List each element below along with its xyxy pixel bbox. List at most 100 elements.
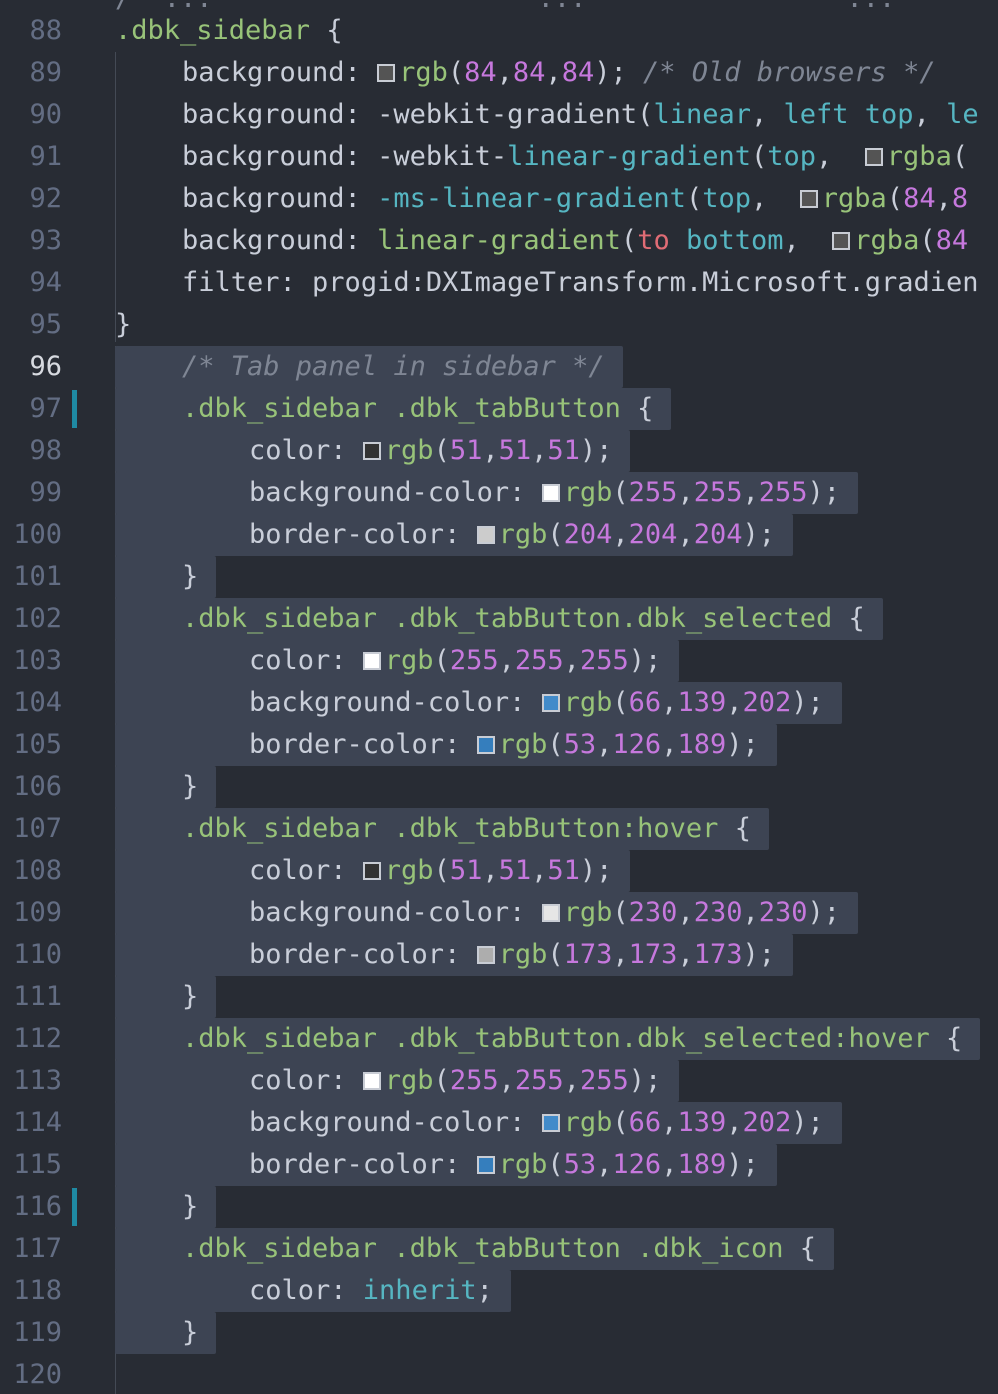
code-line[interactable]: 100 border-color: rgb(204,204,204); <box>0 514 998 556</box>
code-text[interactable]: filter: progid:DXImageTransform.Microsof… <box>182 262 997 304</box>
code-line[interactable]: 97 .dbk_sidebar .dbk_tabButton { <box>0 388 998 430</box>
color-swatch-icon[interactable] <box>541 904 560 922</box>
color-swatch-icon[interactable] <box>476 1156 495 1174</box>
code-line[interactable]: 103 color: rgb(255,255,255); <box>0 640 998 682</box>
code-line[interactable]: 90 background: -webkit-gradient(linear, l… <box>0 94 998 136</box>
selected-code-text[interactable]: .dbk_sidebar .dbk_tabButton { <box>115 388 672 430</box>
selected-code-text[interactable]: } <box>115 1312 217 1354</box>
selected-code-text[interactable]: } <box>115 1186 217 1228</box>
line-number[interactable]: 120 <box>0 1354 62 1394</box>
line-number[interactable]: 90 <box>0 94 62 136</box>
color-swatch-icon[interactable] <box>362 862 381 880</box>
selected-code-text[interactable]: .dbk_sidebar .dbk_tabButton.dbk_selected… <box>115 1018 981 1060</box>
code-text[interactable]: background: -webkit-gradient(linear, lef… <box>182 94 997 136</box>
code-line[interactable]: 108 color: rgb(51,51,51); <box>0 850 998 892</box>
code-text[interactable]: background: linear-gradient(to bottom, r… <box>182 220 986 262</box>
code-line[interactable]: 115 border-color: rgb(53,126,189); <box>0 1144 998 1186</box>
selected-code-text[interactable]: border-color: rgb(53,126,189); <box>115 724 777 766</box>
line-number[interactable]: 98 <box>0 430 62 472</box>
selected-code-text[interactable]: color: rgb(51,51,51); <box>115 850 631 892</box>
code-line[interactable]: 114 background-color: rgb(66,139,202); <box>0 1102 998 1144</box>
code-line[interactable]: 110 border-color: rgb(173,173,173); <box>0 934 998 976</box>
code-line[interactable]: 113 color: rgb(255,255,255); <box>0 1060 998 1102</box>
line-number[interactable]: 103 <box>0 640 62 682</box>
line-number[interactable]: 112 <box>0 1018 62 1060</box>
line-number[interactable]: 88 <box>0 10 62 52</box>
code-line[interactable]: 101} <box>0 556 998 598</box>
color-swatch-icon[interactable] <box>377 64 396 82</box>
color-swatch-icon[interactable] <box>476 736 495 754</box>
line-number[interactable]: 115 <box>0 1144 62 1186</box>
selected-code-text[interactable]: .dbk_sidebar .dbk_tabButton.dbk_selected… <box>115 598 883 640</box>
line-number[interactable]: 95 <box>0 304 62 346</box>
line-number[interactable]: 111 <box>0 976 62 1018</box>
selected-code-text[interactable]: border-color: rgb(53,126,189); <box>115 1144 777 1186</box>
line-number[interactable]: 102 <box>0 598 62 640</box>
line-number[interactable]: 106 <box>0 766 62 808</box>
code-line[interactable]: 117 .dbk_sidebar .dbk_tabButton .dbk_icon… <box>0 1228 998 1270</box>
selected-code-text[interactable]: color: rgb(255,255,255); <box>115 640 680 682</box>
line-number[interactable]: 99 <box>0 472 62 514</box>
color-swatch-icon[interactable] <box>362 442 381 460</box>
line-number[interactable]: 96 <box>0 346 62 388</box>
code-line[interactable]: 118 color: inherit; <box>0 1270 998 1312</box>
code-line[interactable]: 91 background: -webkit-linear-gradient(to… <box>0 136 998 178</box>
code-line[interactable]: 105 border-color: rgb(53,126,189); <box>0 724 998 766</box>
line-number[interactable]: 92 <box>0 178 62 220</box>
code-line[interactable]: 95} <box>0 304 998 346</box>
selected-code-text[interactable]: } <box>115 766 217 808</box>
selected-code-text[interactable]: } <box>115 556 217 598</box>
code-line[interactable]: 96 /* Tab panel in sidebar */ <box>0 346 998 388</box>
code-line[interactable]: 94 filter: progid:DXImageTransform.Micros… <box>0 262 998 304</box>
code-text[interactable] <box>115 1354 133 1394</box>
color-swatch-icon[interactable] <box>832 232 851 250</box>
selected-code-text[interactable]: .dbk_sidebar .dbk_tabButton .dbk_icon { <box>115 1228 834 1270</box>
selected-code-text[interactable]: /* Tab panel in sidebar */ <box>115 346 623 388</box>
line-number[interactable]: 107 <box>0 808 62 850</box>
color-swatch-icon[interactable] <box>362 1072 381 1090</box>
line-number[interactable]: 94 <box>0 262 62 304</box>
color-swatch-icon[interactable] <box>799 190 818 208</box>
code-text[interactable]: } <box>115 304 149 346</box>
line-number[interactable]: 104 <box>0 682 62 724</box>
line-number[interactable]: 89 <box>0 52 62 94</box>
code-line[interactable]: 120 <box>0 1354 998 1394</box>
line-number[interactable]: 97 <box>0 388 62 430</box>
line-number[interactable]: 117 <box>0 1228 62 1270</box>
selected-code-text[interactable]: .dbk_sidebar .dbk_tabButton:hover { <box>115 808 769 850</box>
selected-code-text[interactable]: background-color: rgb(230,230,230); <box>115 892 859 934</box>
line-number[interactable]: 108 <box>0 850 62 892</box>
selected-code-text[interactable]: border-color: rgb(204,204,204); <box>115 514 794 556</box>
selected-code-text[interactable]: border-color: rgb(173,173,173); <box>115 934 794 976</box>
line-number[interactable]: 119 <box>0 1312 62 1354</box>
code-line[interactable]: 98 color: rgb(51,51,51); <box>0 430 998 472</box>
line-number[interactable]: 93 <box>0 220 62 262</box>
line-number[interactable]: 100 <box>0 514 62 556</box>
code-line[interactable]: 112 .dbk_sidebar .dbk_tabButton.dbk_selec… <box>0 1018 998 1060</box>
code-line[interactable]: 109 background-color: rgb(230,230,230); <box>0 892 998 934</box>
code-text[interactable]: background: -ms-linear-gradient(top, rgb… <box>182 178 986 220</box>
code-line[interactable]: 106} <box>0 766 998 808</box>
color-swatch-icon[interactable] <box>476 526 495 544</box>
line-number[interactable]: 116 <box>0 1186 62 1228</box>
selected-code-text[interactable]: background-color: rgb(66,139,202); <box>115 1102 842 1144</box>
code-line[interactable]: 92 background: -ms-linear-gradient(top, r… <box>0 178 998 220</box>
line-number[interactable]: 118 <box>0 1270 62 1312</box>
code-line[interactable]: 93 background: linear-gradient(to bottom,… <box>0 220 998 262</box>
code-line[interactable]: 88 .dbk_sidebar { <box>0 10 998 52</box>
code-text[interactable]: .dbk_sidebar { <box>115 10 361 52</box>
code-line[interactable]: 99 background-color: rgb(255,255,255); <box>0 472 998 514</box>
line-number[interactable]: 105 <box>0 724 62 766</box>
line-number[interactable]: 113 <box>0 1060 62 1102</box>
code-text[interactable]: background: -webkit-linear-gradient(top,… <box>182 136 986 178</box>
color-swatch-icon[interactable] <box>864 148 883 166</box>
code-line[interactable]: 104 background-color: rgb(66,139,202); <box>0 682 998 724</box>
line-number[interactable]: 114 <box>0 1102 62 1144</box>
code-line[interactable]: 102 .dbk_sidebar .dbk_tabButton.dbk_selec… <box>0 598 998 640</box>
selected-code-text[interactable]: background-color: rgb(255,255,255); <box>115 472 859 514</box>
selected-code-text[interactable]: color: rgb(255,255,255); <box>115 1060 680 1102</box>
selected-code-text[interactable]: background-color: rgb(66,139,202); <box>115 682 842 724</box>
code-editor[interactable]: /* ... ... ... 88.dbk_sidebar {89backgro… <box>0 0 998 1394</box>
selected-code-text[interactable]: color: rgb(51,51,51); <box>115 430 631 472</box>
color-swatch-icon[interactable] <box>541 1114 560 1132</box>
